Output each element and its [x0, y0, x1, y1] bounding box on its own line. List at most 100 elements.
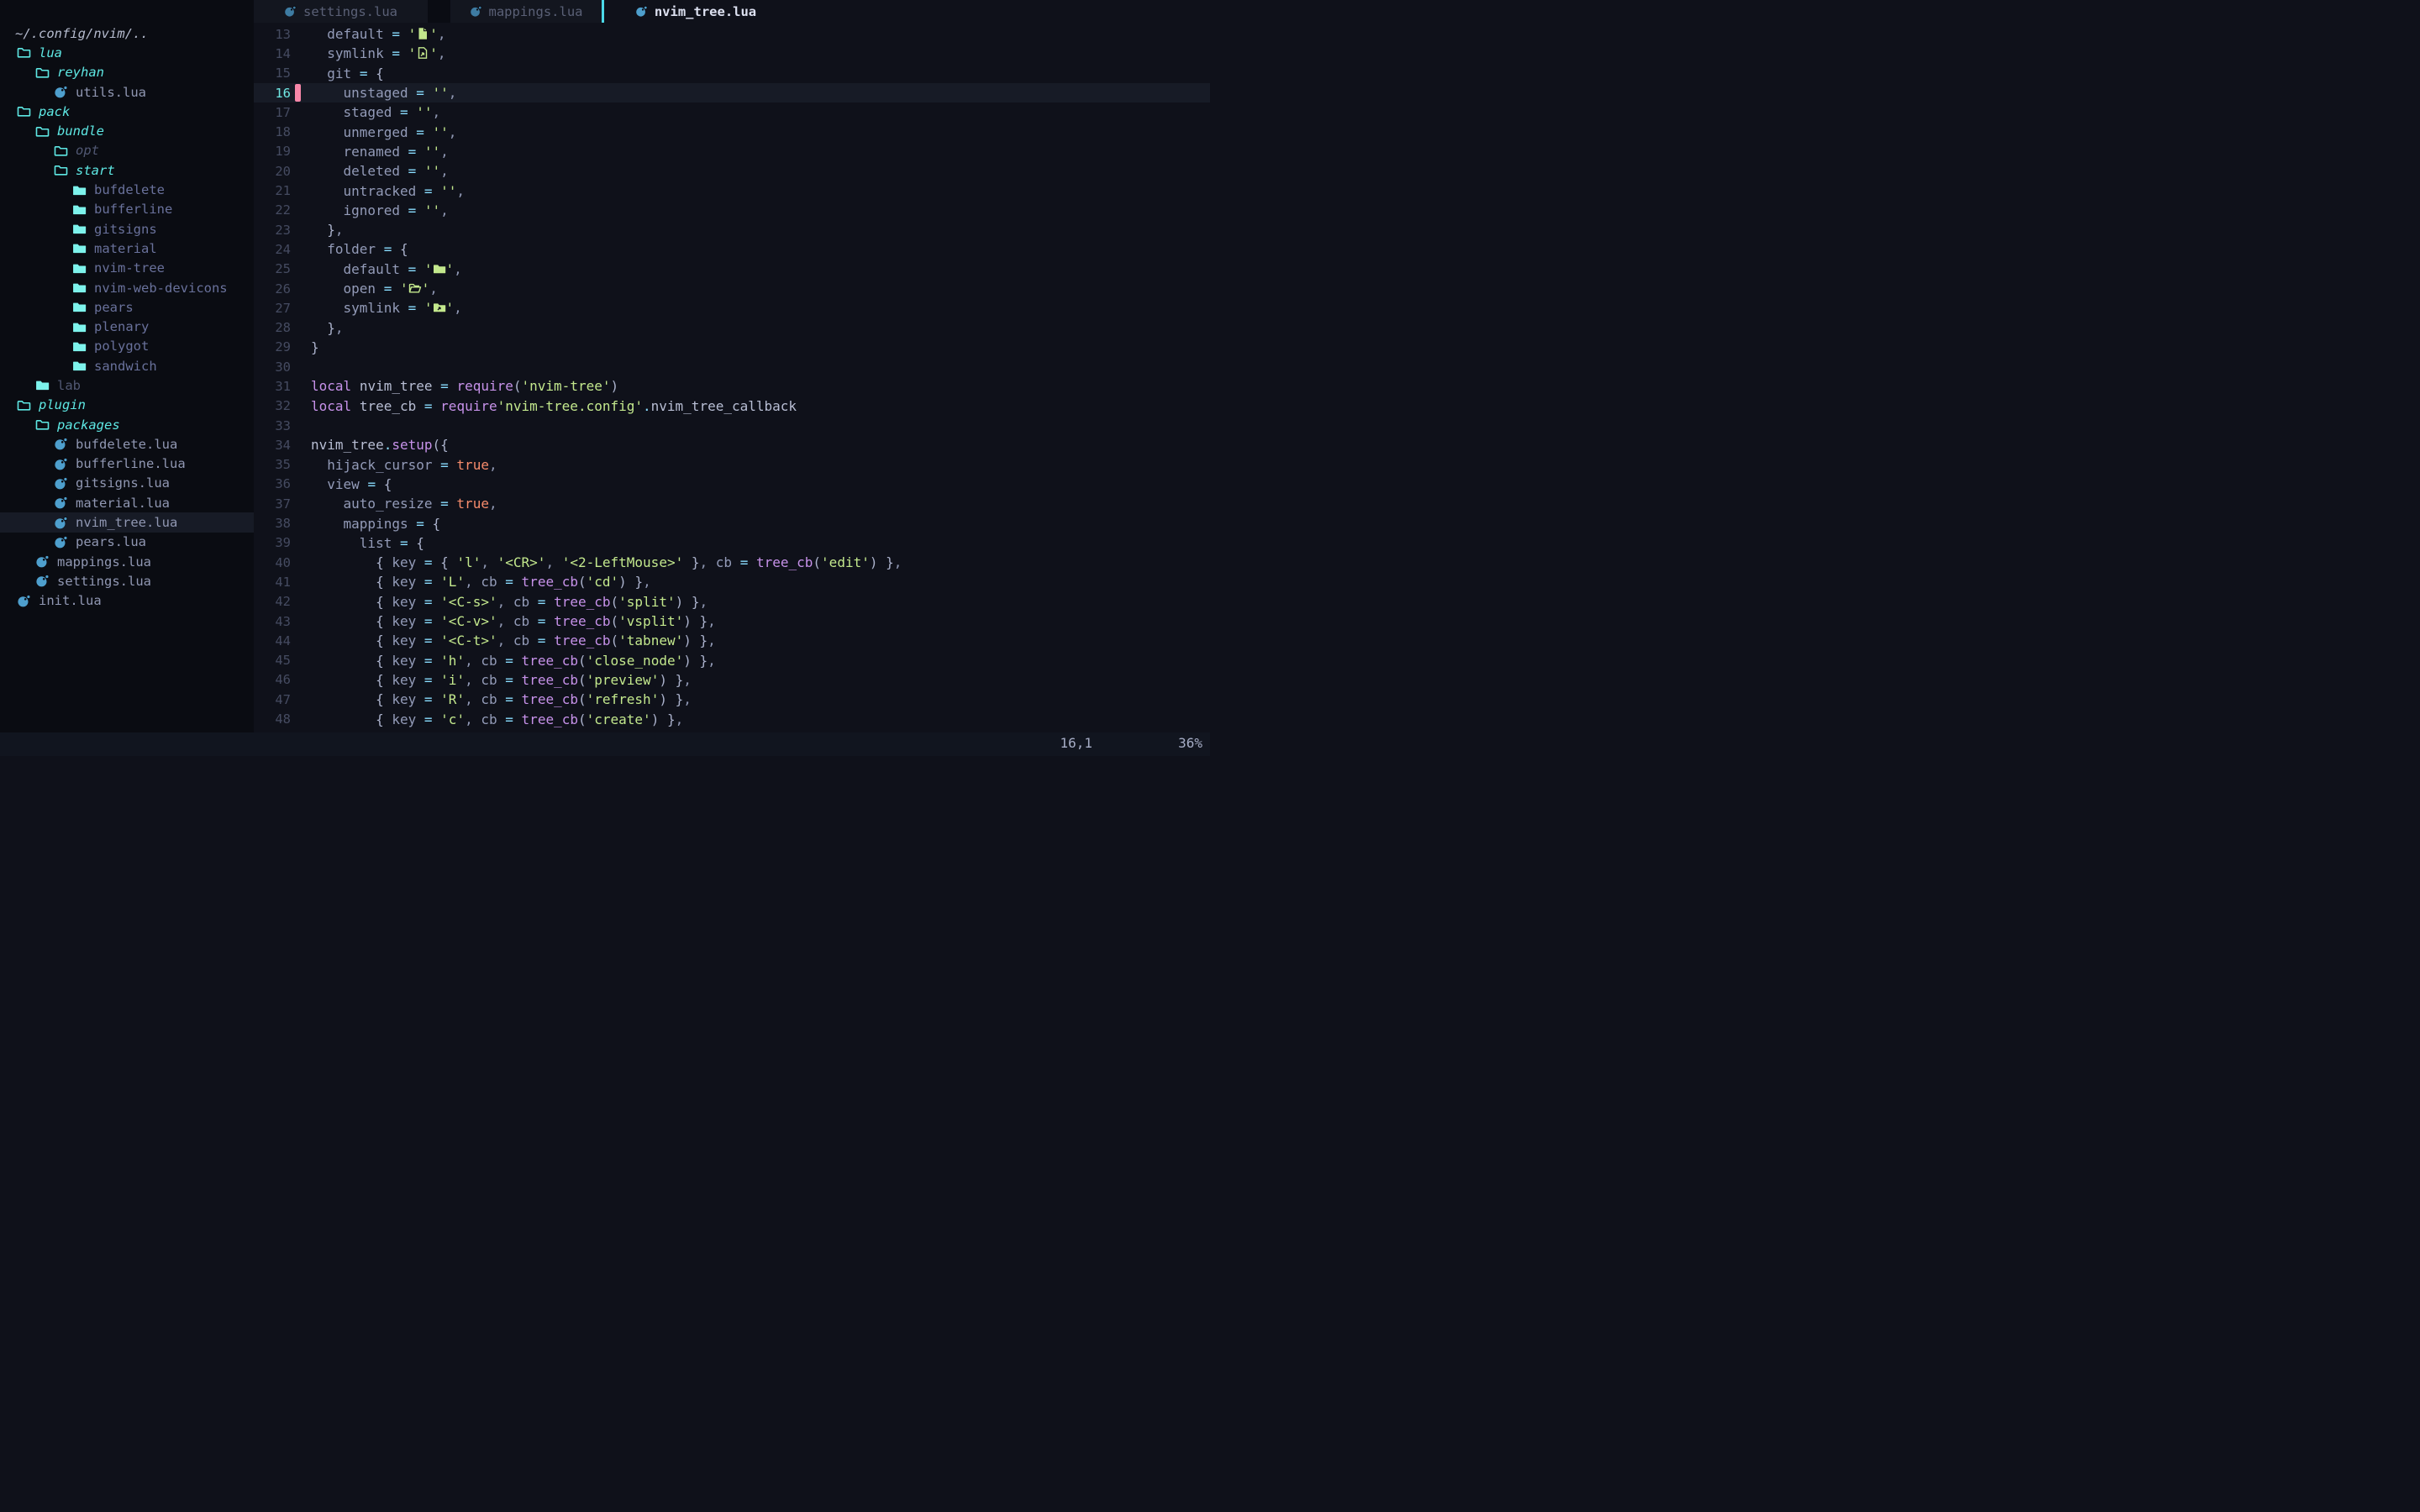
code-text: default = '',	[311, 26, 1210, 42]
line-number: 46	[254, 672, 291, 687]
lua-file-icon	[54, 457, 68, 471]
tab-mappings.lua[interactable]: mappings.lua	[450, 0, 602, 23]
tree-item-label: nvim_tree.lua	[76, 515, 177, 530]
tree-item-packages[interactable]: packages	[0, 415, 254, 434]
code-line-16[interactable]: 16 unstaged = '',	[254, 83, 1210, 102]
tab-label: settings.lua	[303, 4, 397, 19]
code-line-26[interactable]: 26 open = '',	[254, 279, 1210, 298]
folder-closed-icon	[72, 339, 87, 354]
tree-item-label: pears.lua	[76, 534, 146, 549]
code-line-44[interactable]: 44 { key = '<C-t>', cb = tree_cb('tabnew…	[254, 631, 1210, 650]
folder-open-icon	[35, 417, 50, 432]
code-line-33[interactable]: 33	[254, 416, 1210, 435]
code-line-25[interactable]: 25 default = '',	[254, 260, 1210, 279]
code-line-37[interactable]: 37 auto_resize = true,	[254, 494, 1210, 513]
tree-item-bufferline.lua[interactable]: bufferline.lua	[0, 454, 254, 474]
code-line-30[interactable]: 30	[254, 357, 1210, 376]
tree-item-bufdelete[interactable]: bufdelete	[0, 180, 254, 199]
code-line-20[interactable]: 20 deleted = '',	[254, 161, 1210, 181]
code-line-17[interactable]: 17 staged = '',	[254, 102, 1210, 122]
code-line-24[interactable]: 24 folder = {	[254, 239, 1210, 259]
tab-settings.lua[interactable]: settings.lua	[254, 0, 428, 23]
tree-item-mappings.lua[interactable]: mappings.lua	[0, 552, 254, 571]
tree-item-material[interactable]: material	[0, 239, 254, 258]
tree-item-settings.lua[interactable]: settings.lua	[0, 571, 254, 591]
code-line-41[interactable]: 41 { key = 'L', cb = tree_cb('cd') },	[254, 572, 1210, 591]
tree-item-gitsigns[interactable]: gitsigns	[0, 219, 254, 239]
code-line-13[interactable]: 13 default = '',	[254, 24, 1210, 44]
code-line-27[interactable]: 27 symlink = '',	[254, 298, 1210, 318]
tree-item-lua[interactable]: lua	[0, 43, 254, 62]
code-line-46[interactable]: 46 { key = 'i', cb = tree_cb('preview') …	[254, 670, 1210, 690]
lua-file-icon	[470, 5, 482, 18]
tree-item-init.lua[interactable]: init.lua	[0, 591, 254, 611]
folder-symlink-icon	[433, 301, 446, 314]
tree-item-nvim_tree.lua[interactable]: nvim_tree.lua	[0, 512, 254, 532]
tree-item-nvim-web-devicons[interactable]: nvim-web-devicons	[0, 278, 254, 297]
line-number: 37	[254, 496, 291, 512]
code-line-42[interactable]: 42 { key = '<C-s>', cb = tree_cb('split'…	[254, 592, 1210, 612]
tree-item-material.lua[interactable]: material.lua	[0, 493, 254, 512]
code-text: }	[311, 339, 1210, 355]
line-number: 31	[254, 379, 291, 394]
code-line-48[interactable]: 48 { key = 'c', cb = tree_cb('create') }…	[254, 709, 1210, 728]
folder-open-icon	[408, 281, 422, 295]
code-line-21[interactable]: 21 untracked = '',	[254, 181, 1210, 200]
code-line-28[interactable]: 28 },	[254, 318, 1210, 337]
tree-item-pears[interactable]: pears	[0, 297, 254, 317]
code-line-31[interactable]: 31local nvim_tree = require('nvim-tree')	[254, 376, 1210, 396]
tree-item-label: bundle	[57, 123, 104, 139]
code-line-47[interactable]: 47 { key = 'R', cb = tree_cb('refresh') …	[254, 690, 1210, 709]
code-line-38[interactable]: 38 mappings = {	[254, 513, 1210, 533]
tree-item-lab[interactable]: lab	[0, 375, 254, 395]
lua-file-icon	[54, 437, 68, 451]
code-line-18[interactable]: 18 unmerged = '',	[254, 122, 1210, 141]
code-line-15[interactable]: 15 git = {	[254, 64, 1210, 83]
code-line-40[interactable]: 40 { key = { 'l', '<CR>', '<2-LeftMouse>…	[254, 553, 1210, 572]
code-line-29[interactable]: 29}	[254, 338, 1210, 357]
code-line-32[interactable]: 32local tree_cb = require'nvim-tree.conf…	[254, 396, 1210, 416]
code-text: symlink = '',	[311, 45, 1210, 61]
tree-item-sandwich[interactable]: sandwich	[0, 356, 254, 375]
code-line-22[interactable]: 22 ignored = '',	[254, 201, 1210, 220]
tree-item-bundle[interactable]: bundle	[0, 121, 254, 140]
symlink-file-icon	[416, 46, 429, 60]
tree-item-gitsigns.lua[interactable]: gitsigns.lua	[0, 474, 254, 493]
code-line-45[interactable]: 45 { key = 'h', cb = tree_cb('close_node…	[254, 651, 1210, 670]
code-editor[interactable]: 13 default = '',14 symlink = '',15 git =…	[254, 23, 1210, 732]
code-line-36[interactable]: 36 view = {	[254, 475, 1210, 494]
code-text: deleted = '',	[311, 163, 1210, 179]
tree-item-pack[interactable]: pack	[0, 102, 254, 121]
tree-item-plugin[interactable]: plugin	[0, 396, 254, 415]
tree-item-pears.lua[interactable]: pears.lua	[0, 533, 254, 552]
tree-item-plenary[interactable]: plenary	[0, 317, 254, 336]
code-line-23[interactable]: 23 },	[254, 220, 1210, 239]
code-text: { key = 'c', cb = tree_cb('create') },	[311, 711, 1210, 727]
tree-item-label: init.lua	[39, 593, 102, 608]
lua-file-icon	[54, 476, 68, 491]
folder-open-icon	[54, 163, 68, 177]
code-line-39[interactable]: 39 list = {	[254, 533, 1210, 553]
tree-item-reyhan[interactable]: reyhan	[0, 63, 254, 82]
tab-nvim_tree.lua[interactable]: nvim_tree.lua	[604, 0, 787, 23]
tree-root-path[interactable]: ~/.config/nvim/..	[0, 24, 254, 43]
tree-item-utils.lua[interactable]: utils.lua	[0, 82, 254, 102]
code-line-14[interactable]: 14 symlink = '',	[254, 44, 1210, 63]
lua-file-icon	[54, 496, 68, 510]
line-number: 28	[254, 320, 291, 335]
code-line-35[interactable]: 35 hijack_cursor = true,	[254, 455, 1210, 475]
tree-item-label: plugin	[39, 397, 86, 412]
code-text: staged = '',	[311, 104, 1210, 120]
tree-item-bufdelete.lua[interactable]: bufdelete.lua	[0, 434, 254, 454]
line-number: 29	[254, 339, 291, 354]
tree-item-nvim-tree[interactable]: nvim-tree	[0, 259, 254, 278]
tree-item-bufferline[interactable]: bufferline	[0, 200, 254, 219]
tree-item-start[interactable]: start	[0, 160, 254, 180]
code-line-19[interactable]: 19 renamed = '',	[254, 142, 1210, 161]
tab-label: mappings.lua	[489, 4, 583, 19]
code-line-34[interactable]: 34nvim_tree.setup({	[254, 435, 1210, 454]
code-line-43[interactable]: 43 { key = '<C-v>', cb = tree_cb('vsplit…	[254, 612, 1210, 631]
tree-item-opt[interactable]: opt	[0, 141, 254, 160]
tree-item-polygot[interactable]: polygot	[0, 337, 254, 356]
code-text: git = {	[311, 66, 1210, 81]
